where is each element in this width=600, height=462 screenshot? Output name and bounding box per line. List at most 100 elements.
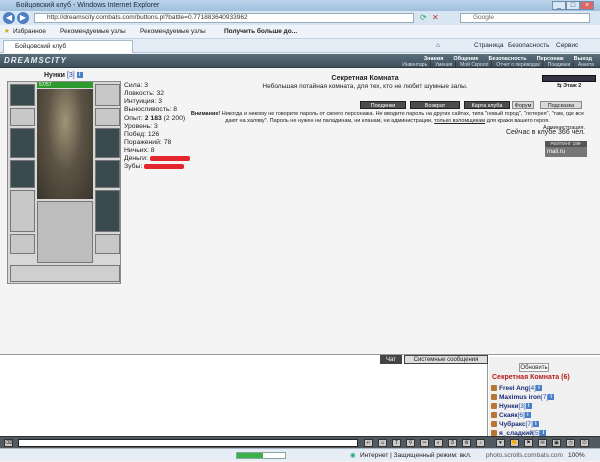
private-message-icon[interactable] [491,394,497,401]
boots-slot[interactable] [95,234,120,254]
address-bar-row: ◀ ▶ http://dreamscity.combats.com/button… [0,11,600,25]
favorites-star-icon[interactable]: ★ [4,25,10,39]
tab-chat[interactable]: Чат [380,355,402,364]
tools-menu[interactable]: Сервис [556,39,578,53]
status-bar: ◉ Интернет | Защищенный режим: вкл. phot… [0,448,600,461]
club-map-button[interactable]: Карта клуба [464,101,510,109]
character-name[interactable]: Нунки [3] i [44,72,83,79]
user-item[interactable]: Нунки[3] i [491,402,597,411]
info-icon[interactable]: i [76,72,83,79]
chat-input-bar: ⌫ ↵ ☺ T ⚲ ✂ ◐ ⏱ ⚙ ♪ ♥ ✊ ⚑ ✉ ▣ ◷ ⏻ [0,436,600,448]
shield-slot[interactable] [95,160,120,188]
hp-bar: 57/57 [37,82,93,88]
tab-bar: Бойцовский клуб ⌂ Страница Безопасность … [0,39,600,53]
color-icon[interactable]: ◐ [434,439,443,447]
helmet-slot[interactable] [10,84,35,106]
sound-icon[interactable]: ♪ [476,439,485,447]
clear-chat-icon[interactable]: ✂ [420,439,429,447]
belt-slot[interactable] [10,234,35,254]
page-menu[interactable]: Страница [474,39,503,53]
character-stats: Сила: 3 Ловкость: 32 Интуиция: 3 Выносли… [124,82,177,114]
refresh-button[interactable]: Обновить [519,363,549,372]
stat-losses: Поражений: 78 [124,139,172,146]
translit-icon[interactable]: T [392,439,401,447]
redacted-mark [144,163,185,169]
warning-title: Внимание! [190,111,221,117]
room-minimap[interactable] [542,75,596,82]
book-icon[interactable]: ▣ [552,439,561,447]
inventory-grid[interactable] [37,201,93,263]
warning-link[interactable]: только взломщикам [434,118,485,124]
hint-button[interactable]: Подсказка [540,101,582,109]
info-icon[interactable]: i [532,421,539,428]
chat-clear-icon[interactable]: ⌫ [4,439,13,447]
character-portrait[interactable] [37,89,93,199]
armor-slot[interactable] [10,160,35,188]
return-button[interactable]: Возврат [410,101,460,109]
fav-link-2[interactable]: Рекомендуемые узлы [140,25,206,39]
character-name-text: Нунки [44,72,65,79]
user-item[interactable]: Maximus iron[7] i [491,393,597,402]
home-icon[interactable]: ⌂ [436,39,440,53]
fights-button[interactable]: Поединки [360,101,406,109]
info-icon[interactable]: i [525,403,532,410]
scroll-icon[interactable]: ✉ [538,439,547,447]
window-title: Бойцовский клуб - Windows Internet Explo… [16,2,160,9]
user-item[interactable]: Чубракс[7] i [491,420,597,429]
info-icon[interactable]: i [548,394,555,401]
tab-system-messages[interactable]: Системные сообщения [404,355,488,364]
bottom-slots[interactable] [10,265,120,282]
exit-icon[interactable]: ⏻ [580,439,589,447]
pants-slot[interactable] [95,190,120,232]
fist-icon[interactable]: ✊ [510,439,519,447]
speed-icon[interactable]: ⏱ [448,439,457,447]
private-message-icon[interactable] [491,421,497,428]
private-message-icon[interactable] [491,385,497,392]
necklace-slot[interactable] [10,108,35,126]
party-icon[interactable]: ⚑ [524,439,533,447]
minimize-button[interactable]: _ [552,1,566,10]
chat-room-label: Секретная Комната (6) [492,374,570,381]
room-description: Небольшая потайная комната, для тех, кто… [262,83,468,90]
earrings-slot[interactable] [95,84,120,106]
shirt-slot[interactable] [10,190,35,232]
user-item[interactable]: Скаяк[6] i [491,411,597,420]
fav-link-3[interactable]: Получить больше до... [224,25,297,39]
favorites-label[interactable]: Избранное [13,25,46,39]
stat-strength: Сила: 3 [124,82,149,89]
smiles-icon[interactable]: ☺ [378,439,387,447]
emotion-icon[interactable]: ♥ [496,439,505,447]
info-icon[interactable]: i [535,385,542,392]
back-button[interactable]: ◀ [3,12,15,24]
forward-button[interactable]: ▶ [17,12,29,24]
mailru-counter[interactable]: mail.ru [545,147,587,157]
user-item[interactable]: Freel Ang[4] i [491,384,597,393]
gloves-slot[interactable] [95,128,120,158]
stat-level: Уровень: 3 [124,123,158,130]
clock-icon[interactable]: ◷ [566,439,575,447]
tab-combats[interactable]: Бойцовский клуб [3,40,133,53]
maximize-button[interactable]: □ [566,1,580,10]
chat-input[interactable] [18,439,358,447]
info-icon[interactable]: i [524,412,531,419]
private-message-icon[interactable] [491,403,497,410]
stop-icon[interactable]: ✕ [432,13,439,22]
rings-slot[interactable] [95,108,120,126]
address-input[interactable]: http://dreamscity.combats.com/buttons.pl… [34,13,414,23]
chat-log[interactable] [0,364,488,437]
weapon-slot[interactable] [10,128,35,158]
forum-button[interactable]: Форум [512,101,534,109]
load-progress [236,452,286,459]
close-button[interactable]: × [580,1,594,10]
stat-draws: Ничьих: 8 [124,147,155,154]
settings-icon[interactable]: ⚙ [462,439,471,447]
refresh-icon[interactable]: ⟳ [420,13,427,22]
filter-icon[interactable]: ⚲ [406,439,415,447]
fav-link-1[interactable]: Рекомендуемые узлы [60,25,126,39]
window-titlebar: Бойцовский клуб - Windows Internet Explo… [0,0,600,11]
security-menu[interactable]: Безопасность [508,39,549,53]
private-message-icon[interactable] [491,412,497,419]
search-input[interactable]: Google [460,13,590,23]
send-icon[interactable]: ↵ [364,439,373,447]
zoom-level[interactable]: 100% [568,449,585,462]
